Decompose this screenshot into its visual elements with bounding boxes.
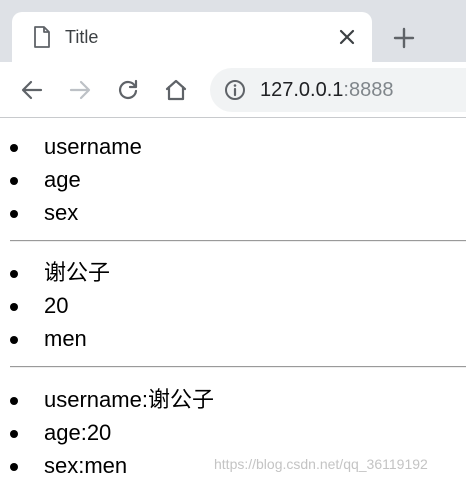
tab-strip: Title <box>0 0 466 62</box>
list-item: age:20 <box>0 416 214 449</box>
browser-tab[interactable]: Title <box>12 12 372 62</box>
tab-title: Title <box>65 27 99 47</box>
list-item: age <box>0 163 142 196</box>
site-info-icon[interactable] <box>224 79 246 101</box>
list-item: username:谢公子 <box>0 383 214 416</box>
address-bar[interactable]: 127.0.0.1:8888 <box>210 68 466 112</box>
pairs-list: username:谢公子 age:20 sex:men <box>0 383 214 482</box>
reload-icon[interactable] <box>116 78 140 102</box>
forward-arrow-icon[interactable] <box>68 78 92 102</box>
back-arrow-icon[interactable] <box>20 78 44 102</box>
list-item: sex:men <box>0 449 214 482</box>
address-url[interactable]: 127.0.0.1:8888 <box>260 79 393 102</box>
list-item: username <box>0 130 142 163</box>
horizontal-rule <box>10 240 466 242</box>
keys-list: username age sex <box>0 130 142 229</box>
url-host: 127.0.0.1 <box>260 79 344 101</box>
list-item: sex <box>0 196 142 229</box>
page-icon <box>34 26 50 48</box>
new-tab-icon[interactable] <box>392 26 416 50</box>
close-tab-icon[interactable] <box>336 26 358 48</box>
page-content: username age sex 谢公子 20 men username:谢公子… <box>0 118 466 484</box>
list-item: men <box>0 322 110 355</box>
values-list: 谢公子 20 men <box>0 256 110 355</box>
home-icon[interactable] <box>164 78 188 102</box>
watermark-text: https://blog.csdn.net/qq_36119192 <box>214 456 428 472</box>
list-item: 谢公子 <box>0 256 110 289</box>
browser-toolbar: 127.0.0.1:8888 <box>0 62 466 118</box>
horizontal-rule <box>10 366 466 368</box>
url-port: :8888 <box>343 79 394 101</box>
list-item: 20 <box>0 289 110 322</box>
